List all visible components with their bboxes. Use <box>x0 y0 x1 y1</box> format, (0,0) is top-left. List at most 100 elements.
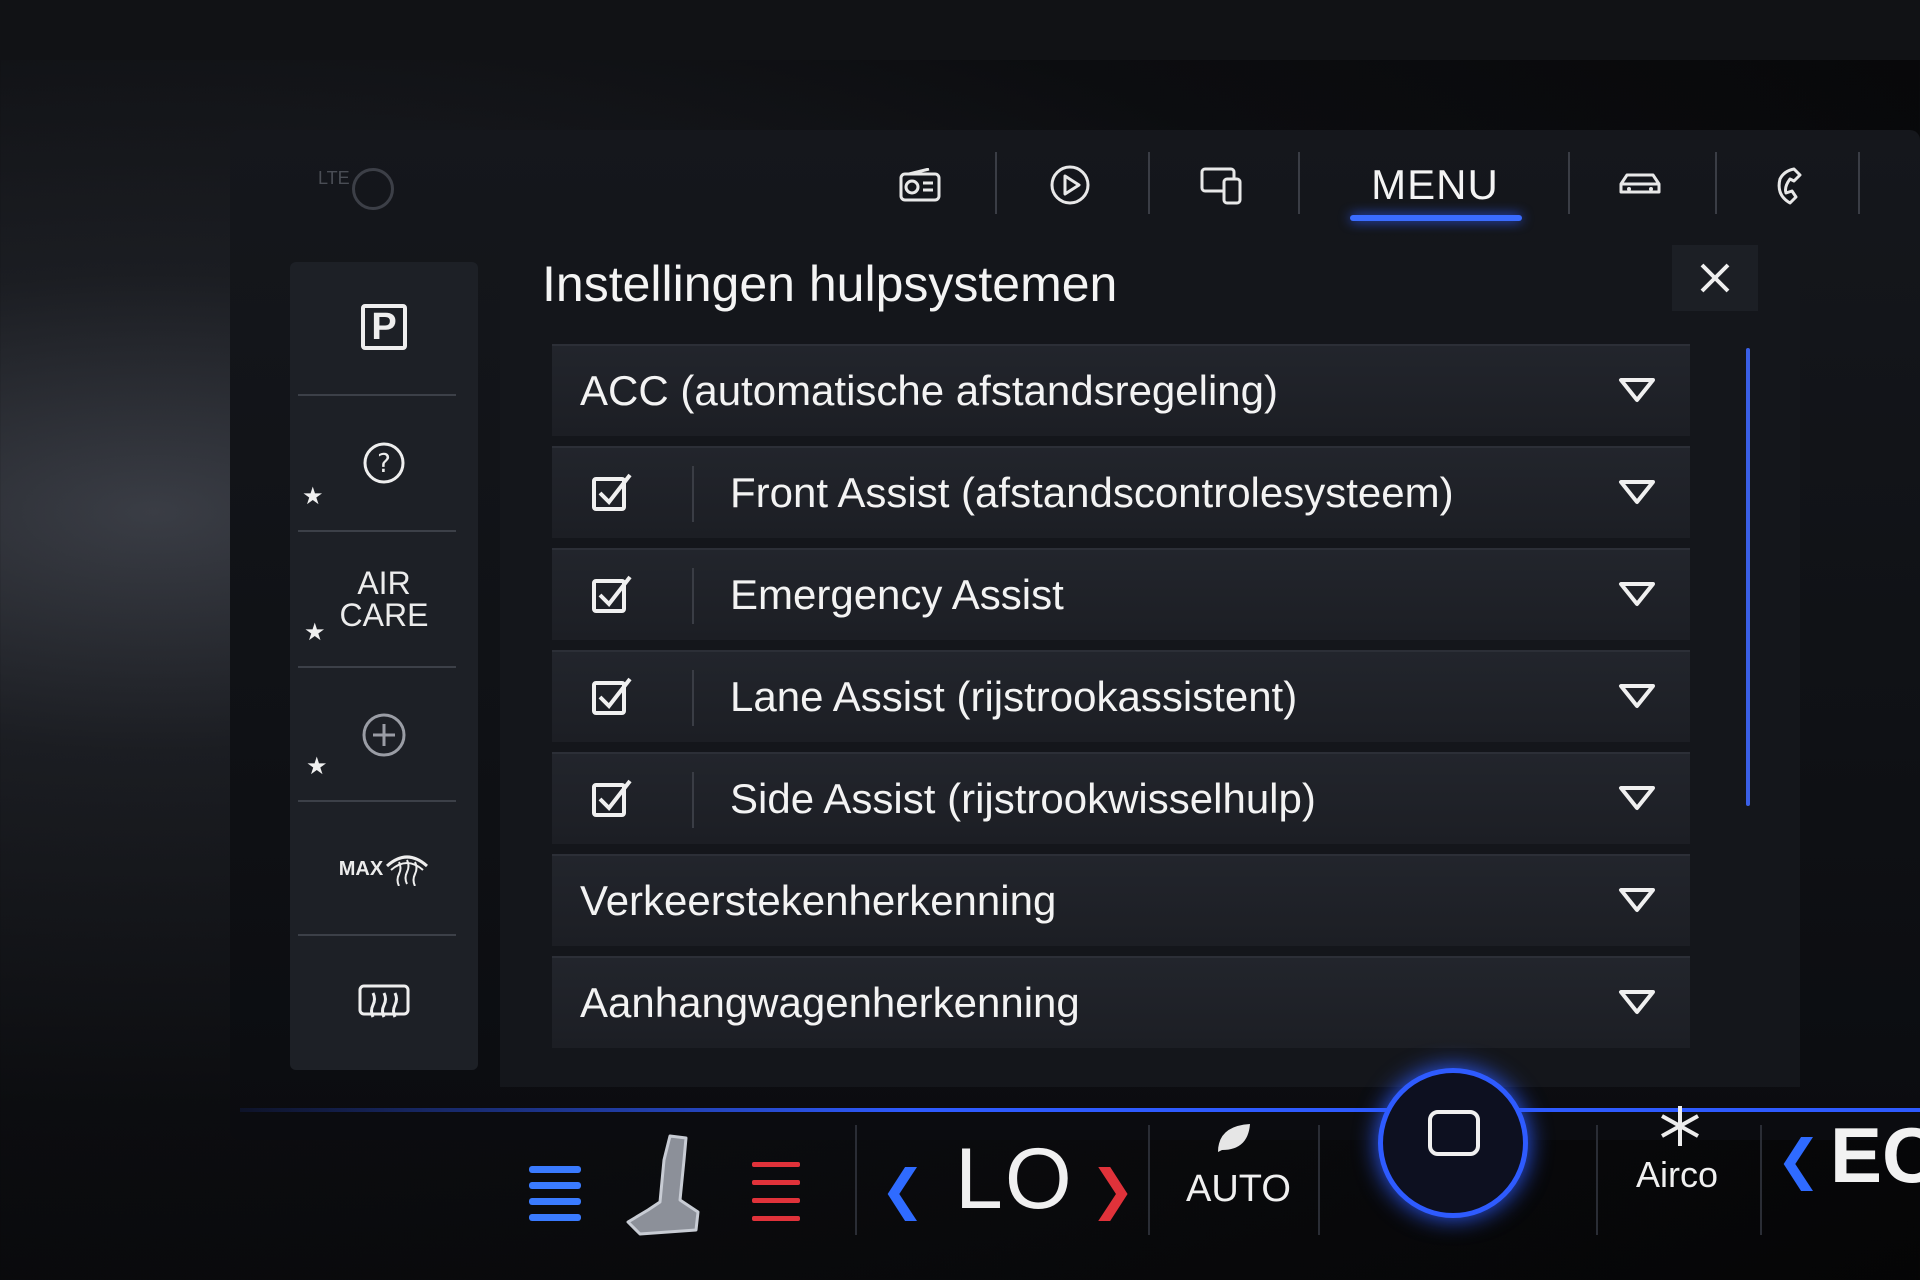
list-item-lane-assist[interactable]: Lane Assist (rijstrookassistent) <box>552 650 1690 742</box>
parking-label: P <box>371 305 397 348</box>
close-icon <box>1700 263 1730 293</box>
rear-defrost-icon <box>358 984 410 1018</box>
nav-menu-button[interactable]: MENU <box>1340 150 1530 220</box>
svg-text:?: ? <box>377 449 391 479</box>
max-defrost-button[interactable]: MAX <box>290 804 478 934</box>
favorite-star-icon: ★ <box>302 483 324 510</box>
nav-separator <box>1148 152 1150 214</box>
checkbox-checked-icon[interactable] <box>590 573 634 617</box>
climate-separator <box>855 1125 857 1235</box>
list-item-label: Lane Assist (rijstrookassistent) <box>730 673 1298 720</box>
list-item-traffic-sign-recognition[interactable]: Verkeerstekenherkenning <box>552 854 1690 946</box>
radio-icon <box>899 168 941 202</box>
list-item-label: Side Assist (rijstrookwisselhulp) <box>730 775 1316 822</box>
list-item-emergency-assist[interactable]: Emergency Assist <box>552 548 1690 640</box>
list-item-trailer-recognition[interactable]: Aanhangwagenherkenning <box>552 956 1690 1048</box>
list-item-front-assist[interactable]: Front Assist (afstandscontrolesysteem) <box>552 446 1690 538</box>
list-item-side-assist[interactable]: Side Assist (rijstrookwisselhulp) <box>552 752 1690 844</box>
temp-up-button[interactable]: ❯ <box>1090 1158 1135 1221</box>
list-item-label: Front Assist (afstandscontrolesysteem) <box>730 469 1454 516</box>
auto-climate-button[interactable]: AUTO <box>1180 1120 1291 1230</box>
list-item-acc[interactable]: ACC (automatische afstandsregeling) <box>552 344 1690 436</box>
parking-icon: P <box>361 304 407 350</box>
air-care-line2: CARE <box>339 597 429 633</box>
seat-heating-button[interactable] <box>620 1130 710 1240</box>
page-title: Instellingen hulpsystemen <box>542 256 1118 312</box>
row-divider <box>692 466 694 522</box>
sidebar-separator <box>298 394 456 396</box>
help-icon: ? <box>363 442 405 484</box>
globe-icon <box>352 168 394 210</box>
eco-label[interactable]: EC <box>1830 1110 1920 1201</box>
home-icon <box>1428 1110 1480 1156</box>
menu-label: MENU <box>1371 161 1499 208</box>
nav-separator <box>1298 152 1300 214</box>
nav-separator <box>1568 152 1570 214</box>
list-item-label: Emergency Assist <box>730 571 1064 618</box>
nav-radio-button[interactable] <box>880 150 960 220</box>
rear-defrost-button[interactable] <box>290 938 478 1068</box>
row-divider <box>692 568 694 624</box>
temperature-display: LO <box>955 1131 1074 1227</box>
climate-separator <box>1596 1125 1598 1235</box>
seat-icon <box>626 1134 700 1236</box>
add-icon <box>362 713 406 757</box>
car-icon <box>1619 173 1661 194</box>
chevron-down-icon <box>1619 480 1655 504</box>
eco-prev-button[interactable]: ❮ <box>1776 1128 1821 1191</box>
chevron-down-icon <box>1619 888 1655 912</box>
snowflake-icon <box>1661 1106 1699 1146</box>
nav-phone-mirror-button[interactable] <box>1182 150 1262 220</box>
checkbox-checked-icon[interactable] <box>590 675 634 719</box>
air-care-label: AIR CARE <box>340 567 429 631</box>
sidebar-separator <box>298 530 456 532</box>
lte-status: LTE <box>318 168 350 188</box>
chevron-down-icon <box>1619 684 1655 708</box>
checkbox-checked-icon[interactable] <box>590 777 634 821</box>
checkbox-checked-icon[interactable] <box>590 471 634 515</box>
scrollbar[interactable] <box>1746 348 1750 806</box>
list-item-label: ACC (automatische afstandsregeling) <box>580 367 1279 414</box>
heat-level-icon <box>752 1162 800 1221</box>
parking-button[interactable]: P <box>290 262 478 392</box>
max-label: MAX <box>338 857 384 880</box>
phone-icon <box>1777 167 1802 205</box>
row-divider <box>692 772 694 828</box>
list-item-label: Aanhangwagenherkenning <box>580 979 1080 1026</box>
chevron-down-icon <box>1619 378 1655 402</box>
nav-phone-button[interactable] <box>1748 150 1828 220</box>
sidebar-separator <box>298 934 456 936</box>
menu-active-indicator <box>1350 215 1522 221</box>
max-defrost-icon <box>386 855 429 886</box>
airco-label: Airco <box>1636 1154 1719 1195</box>
airco-button[interactable]: Airco <box>1630 1100 1730 1230</box>
nav-vehicle-button[interactable] <box>1600 150 1680 220</box>
chevron-down-icon <box>1619 582 1655 606</box>
airflow-lines-icon <box>529 1166 581 1221</box>
row-divider <box>692 670 694 726</box>
chevron-down-icon <box>1619 786 1655 810</box>
sidebar-separator <box>298 666 456 668</box>
nav-separator <box>995 152 997 214</box>
climate-separator <box>1148 1125 1150 1235</box>
nav-media-button[interactable] <box>1030 150 1110 220</box>
climate-separator <box>1318 1125 1320 1235</box>
favorite-star-icon: ★ <box>304 619 326 646</box>
sidebar-separator <box>298 800 456 802</box>
air-care-line1: AIR <box>357 565 411 601</box>
seat-heat-level-indicator <box>748 1156 804 1226</box>
phone-mirror-icon <box>1200 167 1242 205</box>
chevron-down-icon <box>1619 990 1655 1014</box>
media-play-icon <box>1050 165 1090 205</box>
list-item-label: Verkeerstekenherkenning <box>580 877 1057 924</box>
nav-separator <box>1715 152 1717 214</box>
auto-label: AUTO <box>1186 1168 1291 1210</box>
nav-separator <box>1858 152 1860 214</box>
climate-separator <box>1760 1125 1762 1235</box>
temp-down-button[interactable]: ❮ <box>880 1158 925 1221</box>
top-bezel <box>0 0 1920 60</box>
fan-airflow-button[interactable] <box>525 1160 585 1230</box>
leaf-icon <box>1218 1124 1250 1152</box>
close-button[interactable] <box>1672 245 1758 311</box>
favorite-star-icon: ★ <box>306 753 328 780</box>
